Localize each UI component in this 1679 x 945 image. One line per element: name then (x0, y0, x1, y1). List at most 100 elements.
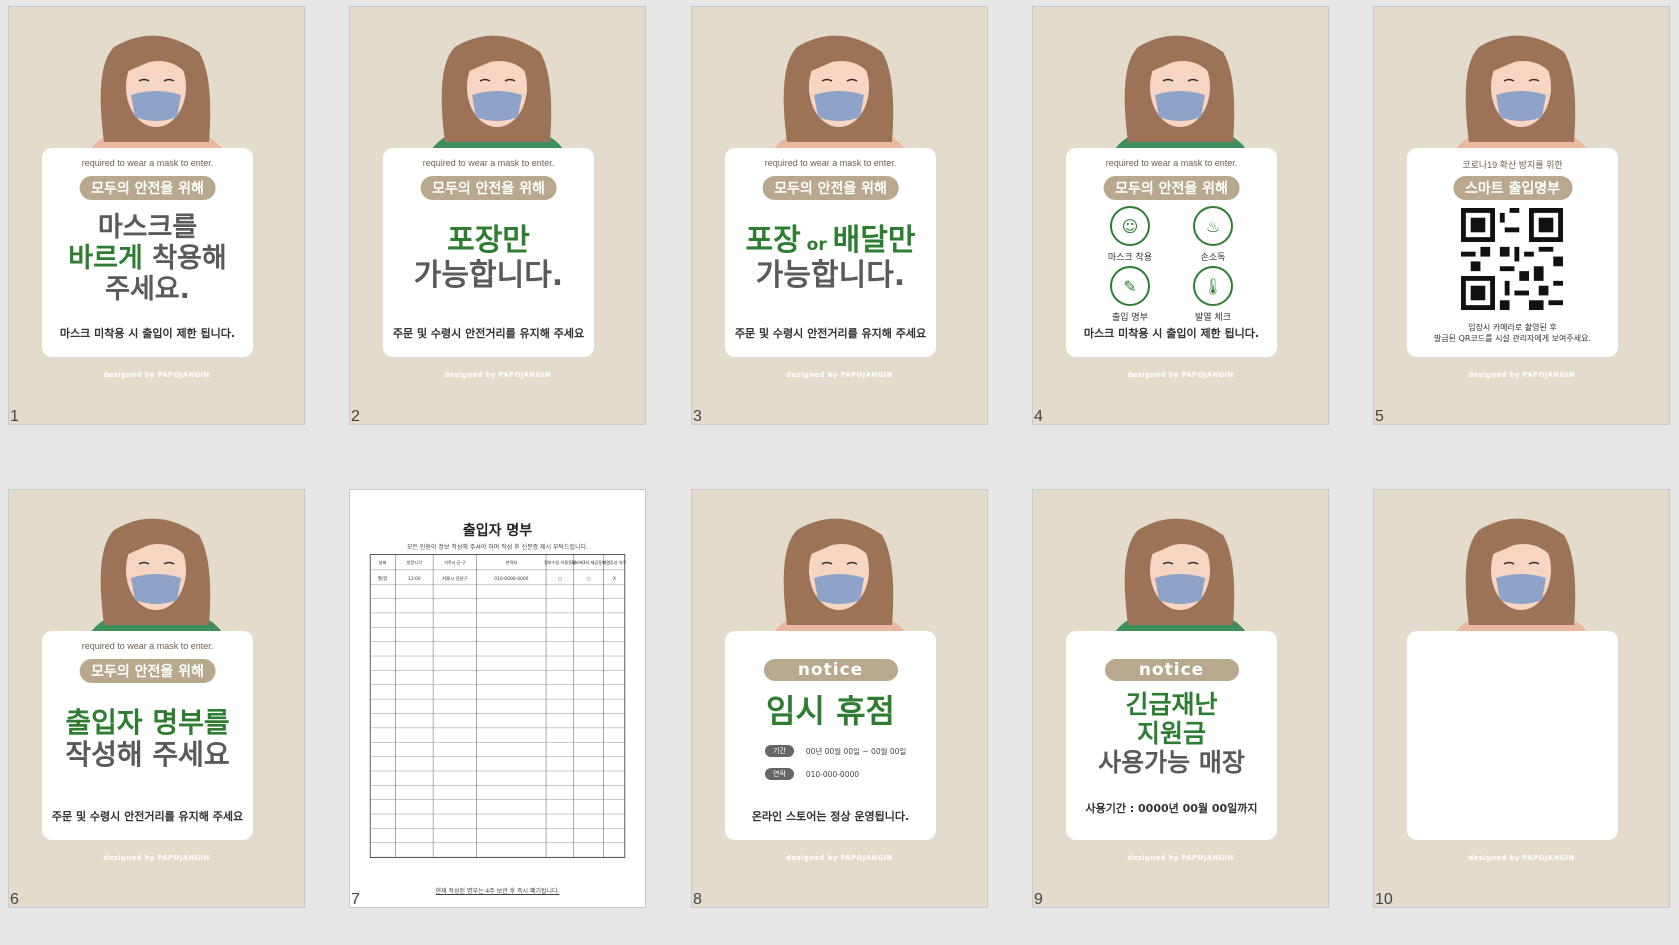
designed-by: designed by PAPOJANGIN (1468, 854, 1575, 862)
slide-9-preview[interactable]: notice 긴급재난 지원금 사용가능 매장 사용기간 : 0000년 00월… (1032, 489, 1329, 908)
designed-by: designed by PAPOJANGIN (103, 854, 210, 862)
register-rule-label: 출입 명부 (1112, 313, 1148, 323)
headline-line-2: 가능합니다. (755, 257, 906, 293)
headline-line-1: 출입자 명부를 (65, 706, 230, 739)
table-example-cell: X (613, 576, 616, 582)
notice-card: required to wear a mask to enter. 모두의 안전… (725, 148, 936, 357)
register-icon: ✎ (1110, 266, 1150, 306)
mask-rule: ☺ 마스크 착용 (1090, 206, 1170, 263)
slide-8-preview[interactable]: notice 임시 휴점 기간 00년 00월 00일 ~ 00월 00일 연락 0… (691, 489, 988, 908)
notice-pill: notice (763, 659, 898, 681)
footnote: 마스크 미착용 시 출입이 제한 됩니다. (59, 327, 236, 340)
footnote: 주문 및 수령시 안전거리를 유지해 주세요 (734, 327, 927, 340)
headline-part-b: 배달만 (832, 223, 916, 258)
slide-6-preview[interactable]: required to wear a mask to enter. 모두의 안전… (8, 489, 305, 908)
slide-number: 1 (10, 408, 19, 425)
register-footer: 현재 작성된 명부는 4주 보관 후 즉시 폐기됩니다. (435, 888, 560, 895)
headline-line-3: 주세요. (105, 274, 190, 306)
headline-line-1: 포장 or 배달만 (725, 223, 936, 259)
table-header-cell: 발열증상 유무 (602, 559, 626, 565)
register-title: 출입자 명부 (462, 523, 533, 539)
qr-note-line-2: 발급된 QR코드를 시설 관리자에게 보여주세요. (1433, 334, 1592, 344)
register-table: 날짜 방문시각 거주시·군·구 연락처 정보수집 이용동의정보제3자 제공동의발열증상 … (369, 554, 627, 859)
notice-card: required to wear a mask to enter. 모두의 안전… (42, 631, 253, 840)
qr-instructions: 입장시 카메라로 촬영된 후 발급된 QR코드를 시설 관리자에게 보여주세요. (1407, 322, 1618, 344)
mask-icon: ☺ (1110, 206, 1150, 246)
slide-number: 3 (693, 408, 702, 425)
table-border (369, 554, 626, 859)
tagline: required to wear a mask to enter. (81, 641, 214, 651)
table-header-cell: 정보제3자 제공동의 (571, 559, 606, 565)
slide-10-preview[interactable]: designed by PAPOJANGIN (1373, 489, 1670, 908)
safety-pill: 모두의 안전을 위해 (762, 176, 899, 200)
headline-green: 바르게 (68, 243, 143, 275)
safety-pill: 모두의 안전을 위해 (1103, 176, 1240, 200)
headline-line-2: 바르게 착용해 (42, 243, 253, 274)
register-rule: ✎ 출입 명부 (1090, 266, 1170, 323)
safety-pill: 모두의 안전을 위해 (79, 176, 216, 200)
mask-rule-label: 마스크 착용 (1107, 253, 1153, 263)
designed-by: designed by PAPOJANGIN (1127, 371, 1234, 379)
smart-register-pill: 스마트 출입명부 (1452, 176, 1573, 200)
slide-number: 4 (1034, 408, 1043, 425)
designed-by: designed by PAPOJANGIN (103, 371, 210, 379)
fever-rule-label: 발열 체크 (1195, 313, 1231, 323)
footnote: 주문 및 수령시 안전거리를 유지해 주세요 (392, 327, 585, 340)
slide-number: 5 (1375, 408, 1384, 425)
sanitizer-rule: ♨ 손소독 (1173, 206, 1253, 263)
blank-card (1407, 631, 1618, 840)
table-example-cell: ○ (587, 577, 591, 582)
footnote: 온라인 스토어는 정상 운영됩니다. (751, 810, 910, 823)
table-example-cell: 010-0000-0000 (494, 576, 528, 582)
thermometer-icon: 🌡 (1193, 266, 1233, 306)
slide-1-preview[interactable]: required to wear a mask to enter. 모두의 안전… (8, 6, 305, 425)
headline-or: or (800, 235, 833, 255)
slide-number: 2 (351, 408, 360, 425)
tagline: 코로나19 확산 방지를 위한 (1462, 160, 1563, 170)
table-example-cell: ○ (558, 577, 562, 582)
tagline: required to wear a mask to enter. (422, 158, 555, 168)
period-row: 기간 00년 00월 00일 ~ 00월 00일 (765, 745, 906, 757)
table-header-cell: 방문시각 (407, 559, 422, 565)
notice-card: required to wear a mask to enter. 모두의 안전… (42, 148, 253, 357)
headline: 마스크를 바르게 착용해 주세요. (42, 212, 253, 305)
designed-by: designed by PAPOJANGIN (786, 371, 893, 379)
footnote: 사용기간 : 0000년 00월 00일까지 (1085, 802, 1258, 815)
headline-line-1: 긴급재난 (1125, 690, 1218, 719)
designed-by: designed by PAPOJANGIN (786, 854, 893, 862)
slide-number: 8 (693, 891, 702, 908)
notice-card: notice 긴급재난 지원금 사용가능 매장 사용기간 : 0000년 00월… (1066, 631, 1277, 840)
footnote: 마스크 미착용 시 출입이 제한 됩니다. (1083, 327, 1260, 340)
headline-line-2: 지원금 (1136, 718, 1206, 748)
tagline: required to wear a mask to enter. (1105, 158, 1238, 168)
slide-4-preview[interactable]: required to wear a mask to enter. 모두의 안전… (1032, 6, 1329, 425)
headline-line-1: 포장만 (447, 223, 530, 258)
headline: 포장 or 배달만 가능합니다. (725, 223, 936, 293)
headline: 긴급재난 지원금 사용가능 매장 (1066, 690, 1277, 777)
slide-3-preview[interactable]: required to wear a mask to enter. 모두의 안전… (691, 6, 988, 425)
headline: 포장만 가능합니다. (383, 223, 594, 293)
headline: 임시 휴점 (766, 692, 895, 730)
slide-2-preview[interactable]: required to wear a mask to enter. 모두의 안전… (349, 6, 646, 425)
tagline: required to wear a mask to enter. (764, 158, 897, 168)
designed-by: designed by PAPOJANGIN (1468, 371, 1575, 379)
table-example-cell: 13:00 (408, 576, 421, 582)
notice-card: notice 임시 휴점 기간 00년 00월 00일 ~ 00월 00일 연락 0… (725, 631, 936, 840)
safety-pill: 모두의 안전을 위해 (79, 659, 216, 683)
qr-code-icon (1461, 208, 1563, 310)
headline-line-1: 마스크를 (97, 212, 198, 243)
headline-line-2: 가능합니다. (413, 257, 564, 293)
notice-card: required to wear a mask to enter. 모두의 안전… (1066, 148, 1277, 357)
designed-by: designed by PAPOJANGIN (444, 371, 551, 379)
register-subtitle: 모든 인원이 정보 작성해 주셔야 하며 작성 후 신분증 제시 부탁드립니다. (406, 544, 589, 551)
contact-row: 연락 010-000-0000 (765, 768, 859, 780)
safety-pill: 모두의 안전을 위해 (420, 176, 557, 200)
notice-pill: notice (1104, 659, 1239, 681)
slide-7-preview[interactable]: 출입자 명부 모든 인원이 정보 작성해 주셔야 하며 작성 후 신분증 제시 … (349, 489, 646, 908)
slide-5-preview[interactable]: 코로나19 확산 방지를 위한 스마트 출입명부 입장시 카메라로 촬영된 후 … (1373, 6, 1670, 425)
period-value: 00년 00월 00일 ~ 00월 00일 (805, 746, 907, 756)
table-header-cell: 거주시·군·구 (444, 559, 466, 565)
headline-part-a: 포장 (745, 223, 801, 258)
footnote: 주문 및 수령시 안전거리를 유지해 주세요 (51, 810, 244, 823)
table-example-cell: 서울시 강남구 (442, 575, 468, 582)
